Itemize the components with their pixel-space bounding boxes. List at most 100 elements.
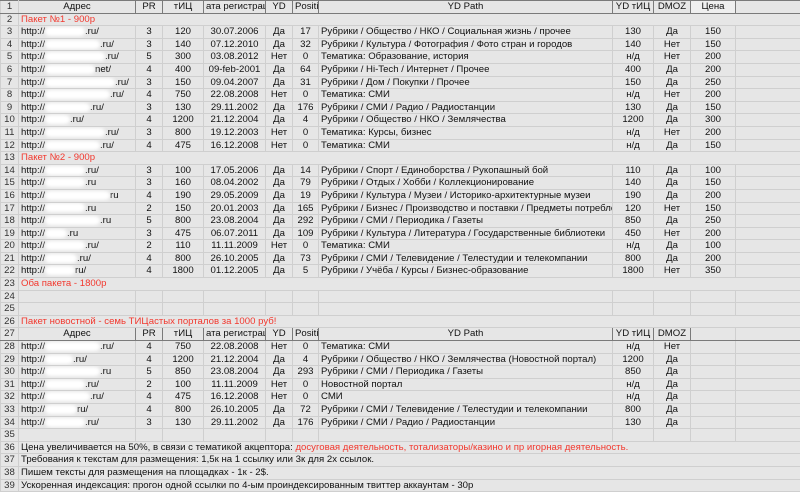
dmoz-cell[interactable]: Да [654,416,691,429]
empty-cell[interactable] [691,429,736,442]
position-cell[interactable]: 0 [293,139,319,152]
reg-date-cell[interactable]: 19.12.2003 [204,126,266,139]
pr-cell[interactable]: 4 [136,265,163,278]
empty-cell[interactable] [613,290,654,303]
yd-path-cell[interactable]: Рубрики / Отдых / Хобби / Коллекциониров… [319,177,613,190]
price-cell[interactable]: 100 [691,164,736,177]
empty-cell[interactable] [736,252,800,265]
column-header[interactable]: Positi [293,328,319,341]
row-number[interactable]: 11 [1,126,19,139]
column-header[interactable]: DMOZ [654,1,691,14]
reg-date-cell[interactable]: 21.12.2004 [204,353,266,366]
column-header[interactable]: PR [136,1,163,14]
price-cell[interactable]: 250 [691,215,736,228]
note-cell[interactable]: Ускоренная индексация: прогон одной ссыл… [19,479,800,492]
yd-cell[interactable]: Да [266,227,293,240]
empty-cell[interactable] [204,429,266,442]
dmoz-cell[interactable]: Да [654,240,691,253]
dmoz-cell[interactable]: Нет [654,341,691,354]
empty-cell[interactable] [736,391,800,404]
row-number[interactable]: 14 [1,164,19,177]
price-cell[interactable]: 300 [691,114,736,127]
empty-cell[interactable] [19,290,136,303]
row-number[interactable]: 29 [1,353,19,366]
yd-path-cell[interactable]: Рубрики / СМИ / Радио / Радиостанции [319,416,613,429]
empty-cell[interactable] [736,328,800,341]
dmoz-cell[interactable]: Да [654,189,691,202]
position-cell[interactable]: 14 [293,164,319,177]
position-cell[interactable]: 64 [293,63,319,76]
price-cell[interactable] [691,341,736,354]
row-number[interactable]: 21 [1,252,19,265]
empty-cell[interactable] [736,202,800,215]
yd-cell[interactable]: Да [266,265,293,278]
reg-date-cell[interactable]: 11.11.2009 [204,378,266,391]
yd-cell[interactable]: Да [266,101,293,114]
empty-cell[interactable] [266,429,293,442]
empty-cell[interactable] [319,290,613,303]
url-cell[interactable]: http://.ru/ [19,164,136,177]
dmoz-cell[interactable]: Нет [654,38,691,51]
dmoz-cell[interactable]: Нет [654,265,691,278]
reg-date-cell[interactable]: 06.07.2011 [204,227,266,240]
url-cell[interactable]: http://.ru/ [19,341,136,354]
yd-tic-cell[interactable]: 130 [613,101,654,114]
reg-date-cell[interactable]: 09.04.2007 [204,76,266,89]
tic-cell[interactable]: 475 [163,139,204,152]
row-number[interactable]: 24 [1,290,19,303]
price-cell[interactable]: 150 [691,177,736,190]
note-cell[interactable]: Цена увеличивается на 50%, в связи с тем… [19,441,800,454]
dmoz-cell[interactable]: Да [654,252,691,265]
column-header[interactable]: ата регистраци [204,1,266,14]
pr-cell[interactable]: 2 [136,378,163,391]
row-number[interactable]: 13 [1,152,19,165]
yd-path-cell[interactable]: Рубрики / Общество / НКО / Социальная жи… [319,26,613,39]
pr-cell[interactable]: 4 [136,404,163,417]
yd-cell[interactable]: Да [266,202,293,215]
reg-date-cell[interactable]: 23.08.2004 [204,366,266,379]
row-number[interactable]: 20 [1,240,19,253]
tic-cell[interactable]: 800 [163,252,204,265]
yd-cell[interactable]: Нет [266,391,293,404]
dmoz-cell[interactable]: Нет [654,51,691,64]
row-number[interactable]: 9 [1,101,19,114]
column-header[interactable]: DMOZ [654,328,691,341]
empty-cell[interactable] [736,404,800,417]
reg-date-cell[interactable]: 23.08.2004 [204,215,266,228]
yd-tic-cell[interactable]: 140 [613,177,654,190]
pr-cell[interactable]: 3 [136,227,163,240]
price-cell[interactable] [691,416,736,429]
url-cell[interactable]: http://.ru/ [19,26,136,39]
empty-cell[interactable] [654,303,691,316]
pr-cell[interactable]: 4 [136,89,163,102]
empty-cell[interactable] [736,139,800,152]
empty-cell[interactable] [319,429,613,442]
row-number[interactable]: 2 [1,13,19,26]
empty-cell[interactable] [136,429,163,442]
reg-date-cell[interactable]: 16.12.2008 [204,139,266,152]
pr-cell[interactable]: 5 [136,366,163,379]
column-header[interactable]: YD [266,328,293,341]
empty-cell[interactable] [736,38,800,51]
empty-cell[interactable] [736,429,800,442]
price-cell[interactable]: 150 [691,202,736,215]
tic-cell[interactable]: 140 [163,38,204,51]
position-cell[interactable]: 31 [293,76,319,89]
yd-tic-cell[interactable]: 400 [613,63,654,76]
empty-cell[interactable] [736,1,800,14]
empty-cell[interactable] [293,303,319,316]
empty-cell[interactable] [691,303,736,316]
row-number[interactable]: 33 [1,404,19,417]
pr-cell[interactable]: 3 [136,76,163,89]
reg-date-cell[interactable]: 26.10.2005 [204,252,266,265]
url-cell[interactable]: http://.ru [19,202,136,215]
dmoz-cell[interactable]: Да [654,404,691,417]
row-number[interactable]: 10 [1,114,19,127]
empty-cell[interactable] [613,429,654,442]
tic-cell[interactable]: 100 [163,164,204,177]
price-cell[interactable]: 200 [691,126,736,139]
empty-cell[interactable] [266,303,293,316]
url-cell[interactable]: http://.ru/ [19,89,136,102]
row-number[interactable]: 37 [1,454,19,467]
pr-cell[interactable]: 3 [136,126,163,139]
